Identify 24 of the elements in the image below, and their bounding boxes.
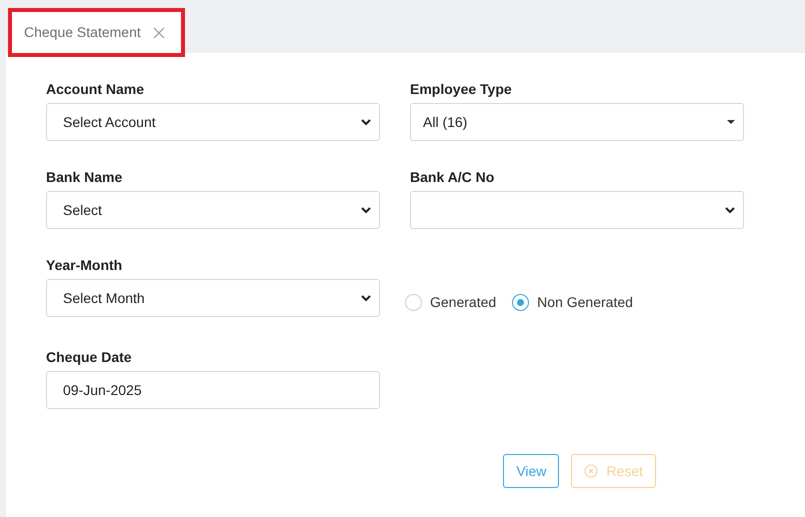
radio-button[interactable]	[405, 294, 422, 310]
tab[interactable]: Cheque Statement	[12, 12, 181, 53]
select-field[interactable]: Select Month	[46, 279, 380, 317]
select-field[interactable]	[410, 191, 744, 229]
field-label: Year-Month	[46, 257, 124, 273]
select-field[interactable]: All (16)	[410, 103, 744, 141]
chevron-down-icon	[725, 206, 735, 214]
field-label: Bank Name	[46, 169, 124, 185]
radio-label: Generated	[430, 292, 496, 312]
field-label: Cheque Date	[46, 349, 133, 365]
radio-label: Non Generated	[537, 292, 633, 312]
close-icon[interactable]	[152, 26, 165, 38]
select-field[interactable]: Select Account	[46, 103, 380, 141]
chevron-down-icon	[361, 206, 371, 214]
caret-down-icon	[727, 120, 735, 124]
chevron-down-icon	[361, 294, 371, 302]
field-label: Employee Type	[410, 81, 513, 97]
radio-button[interactable]	[512, 294, 530, 310]
field-label: Bank A/C No	[410, 169, 496, 185]
date-field[interactable]: 09-Jun-2025	[46, 371, 380, 409]
chevron-down-icon	[361, 118, 371, 126]
close-circle-icon	[584, 464, 598, 478]
select-field[interactable]: Select	[46, 191, 380, 229]
field-label: Account Name	[46, 81, 146, 97]
